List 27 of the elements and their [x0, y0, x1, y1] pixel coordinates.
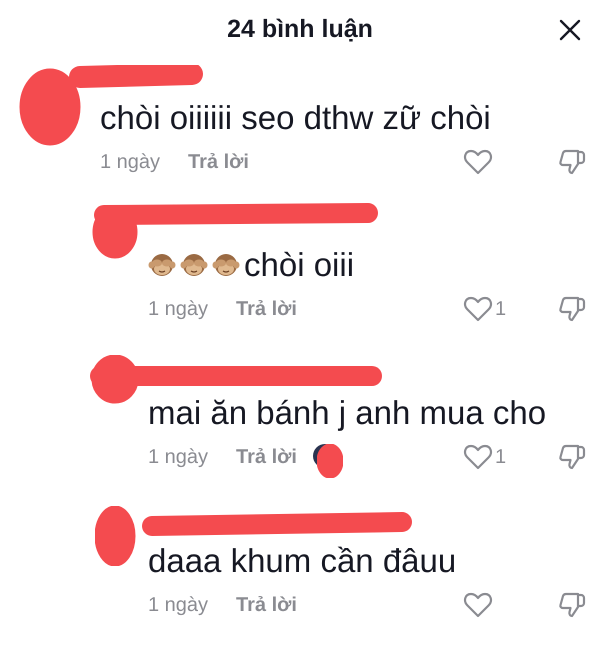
comment-text: chòi oiiiiii seo dthw zữ chòi	[100, 98, 491, 138]
comment-time: 1 ngày	[148, 593, 210, 618]
comment-time: 1 ngày	[148, 297, 210, 322]
dislike-icon[interactable]	[558, 148, 586, 176]
dislike-icon[interactable]	[558, 295, 586, 323]
reply-link[interactable]: Trả lời	[236, 294, 297, 324]
reply-link[interactable]: Trả lời	[188, 147, 249, 177]
heart-icon[interactable]	[463, 149, 493, 175]
reply-link[interactable]: Trả lời	[236, 590, 297, 620]
comment-text: mai ăn bánh j anh mua cho	[148, 393, 546, 434]
like-count: 1	[495, 445, 506, 470]
comment-text: daaa khum cần đâuu	[148, 541, 456, 582]
monkey-emoji-icon	[212, 251, 240, 279]
dislike-icon[interactable]	[558, 591, 586, 619]
heart-icon[interactable]	[463, 444, 493, 470]
comment-time: 1 ngày	[100, 150, 162, 175]
dislike-icon[interactable]	[558, 443, 586, 471]
comment-time: 1 ngày	[148, 445, 210, 470]
like-count: 1	[495, 297, 506, 322]
heart-icon[interactable]	[463, 592, 493, 618]
reply-link[interactable]: Trả lời	[236, 442, 297, 472]
heart-icon[interactable]	[463, 296, 493, 322]
monkey-emoji-icon	[148, 251, 176, 279]
close-icon[interactable]	[559, 19, 581, 41]
comment-text: chòi oiii	[244, 245, 354, 286]
monkey-emoji-icon	[180, 251, 208, 279]
comments-title: 24 bình luận	[227, 14, 373, 46]
